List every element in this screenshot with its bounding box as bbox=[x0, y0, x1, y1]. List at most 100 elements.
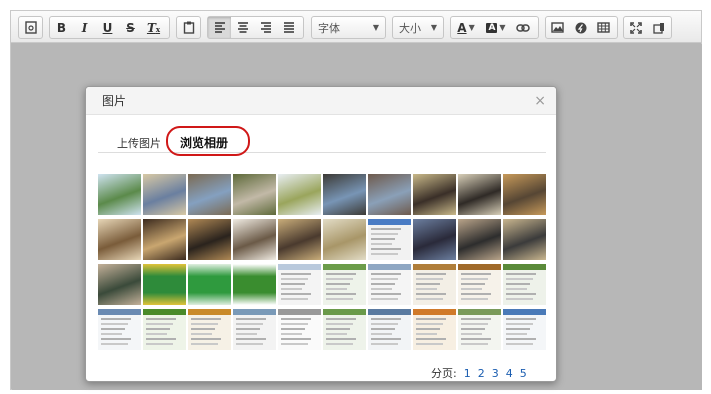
album-thumbnail[interactable] bbox=[233, 174, 276, 215]
album-thumbnail[interactable] bbox=[278, 174, 321, 215]
album-thumbnail[interactable] bbox=[278, 309, 321, 350]
background-color-button[interactable]: A ▼ bbox=[481, 17, 511, 38]
font-size-label: 大小 bbox=[399, 21, 421, 35]
album-thumbnail-grid bbox=[98, 174, 548, 354]
album-thumbnail[interactable] bbox=[458, 174, 501, 215]
remove-format-button[interactable]: Tx bbox=[142, 17, 165, 38]
toolbar-group-align bbox=[207, 16, 304, 39]
insert-image-button[interactable] bbox=[546, 17, 569, 38]
align-center-button[interactable] bbox=[231, 17, 254, 38]
toolbar-group-media bbox=[545, 16, 618, 39]
album-thumbnail[interactable] bbox=[413, 264, 456, 305]
table-icon bbox=[597, 22, 610, 33]
album-thumbnail[interactable] bbox=[98, 309, 141, 350]
paste-button[interactable] bbox=[177, 17, 200, 38]
image-icon bbox=[551, 22, 564, 33]
insert-table-button[interactable] bbox=[592, 17, 615, 38]
align-left-button[interactable] bbox=[208, 17, 231, 38]
justify-button[interactable] bbox=[277, 17, 300, 38]
album-thumbnail[interactable] bbox=[368, 219, 411, 260]
toolbar-group-color: A ▼ A ▼ bbox=[450, 16, 539, 39]
clipboard-icon bbox=[183, 21, 194, 34]
strikethrough-button[interactable]: S bbox=[119, 17, 142, 38]
toolbar-group-paste bbox=[176, 16, 201, 39]
font-family-select[interactable]: 字体 ▼ bbox=[311, 16, 386, 39]
bold-icon: B bbox=[56, 20, 67, 35]
album-thumbnail[interactable] bbox=[323, 309, 366, 350]
page-link-2[interactable]: 2 bbox=[478, 367, 485, 380]
document-source-icon bbox=[24, 21, 37, 34]
align-right-button[interactable] bbox=[254, 17, 277, 38]
album-thumbnail[interactable] bbox=[413, 174, 456, 215]
insert-media-button[interactable] bbox=[569, 17, 592, 38]
image-dialog: 图片 × 上传图片 浏览相册 分页: 1 2 3 4 5 bbox=[85, 86, 557, 382]
album-thumbnail[interactable] bbox=[233, 264, 276, 305]
album-thumbnail[interactable] bbox=[233, 219, 276, 260]
align-center-icon bbox=[237, 22, 248, 33]
album-thumbnail[interactable] bbox=[458, 219, 501, 260]
album-thumbnail[interactable] bbox=[188, 219, 231, 260]
album-thumbnail[interactable] bbox=[458, 309, 501, 350]
album-thumbnail[interactable] bbox=[413, 309, 456, 350]
album-thumbnail[interactable] bbox=[188, 309, 231, 350]
album-thumbnail[interactable] bbox=[143, 264, 186, 305]
album-thumbnail[interactable] bbox=[323, 219, 366, 260]
album-thumbnail[interactable] bbox=[323, 174, 366, 215]
page-link-4[interactable]: 4 bbox=[506, 367, 513, 380]
album-thumbnail[interactable] bbox=[503, 219, 546, 260]
font-size-select[interactable]: 大小 ▼ bbox=[392, 16, 444, 39]
align-left-icon bbox=[214, 22, 225, 33]
album-thumbnail[interactable] bbox=[143, 219, 186, 260]
album-thumbnail[interactable] bbox=[503, 264, 546, 305]
underline-icon: U bbox=[102, 20, 113, 35]
album-thumbnail[interactable] bbox=[188, 264, 231, 305]
strikethrough-icon: S bbox=[126, 20, 135, 35]
font-family-label: 字体 bbox=[318, 21, 340, 35]
italic-icon: I bbox=[81, 20, 88, 35]
toolbar-group-view bbox=[623, 16, 672, 39]
album-thumbnail[interactable] bbox=[98, 219, 141, 260]
background-color-icon: A bbox=[486, 22, 498, 33]
toolbar-group-source bbox=[18, 16, 43, 39]
fullscreen-button[interactable] bbox=[624, 17, 647, 38]
album-thumbnail[interactable] bbox=[368, 264, 411, 305]
source-code-button[interactable] bbox=[19, 17, 42, 38]
editor-toolbar: B I U S Tx 字体 ▼ 大小 ▼ A ▼ A ▼ bbox=[11, 11, 701, 43]
fullscreen-icon bbox=[629, 21, 642, 34]
album-thumbnail[interactable] bbox=[98, 264, 141, 305]
album-thumbnail[interactable] bbox=[323, 264, 366, 305]
page-link-3[interactable]: 3 bbox=[492, 367, 499, 380]
close-icon[interactable]: × bbox=[534, 93, 546, 109]
album-thumbnail[interactable] bbox=[368, 309, 411, 350]
dialog-title: 图片 bbox=[102, 94, 127, 108]
album-thumbnail[interactable] bbox=[98, 174, 141, 215]
album-thumbnail[interactable] bbox=[278, 264, 321, 305]
album-thumbnail[interactable] bbox=[458, 264, 501, 305]
album-thumbnail[interactable] bbox=[188, 174, 231, 215]
album-thumbnail[interactable] bbox=[143, 309, 186, 350]
album-thumbnail[interactable] bbox=[143, 174, 186, 215]
album-thumbnail[interactable] bbox=[503, 174, 546, 215]
preview-button[interactable] bbox=[647, 17, 670, 38]
toolbar-group-text-style: B I U S Tx bbox=[49, 16, 170, 39]
album-thumbnail[interactable] bbox=[503, 309, 546, 350]
page-link-1[interactable]: 1 bbox=[464, 367, 471, 380]
font-color-button[interactable]: A ▼ bbox=[451, 17, 481, 38]
tab-upload-image[interactable]: 上传图片 bbox=[117, 135, 161, 151]
link-button[interactable] bbox=[511, 17, 534, 38]
pagination: 分页: 1 2 3 4 5 bbox=[431, 365, 527, 381]
underline-button[interactable]: U bbox=[96, 17, 119, 38]
preview-icon bbox=[652, 22, 664, 34]
album-thumbnail[interactable] bbox=[278, 219, 321, 260]
tab-highlight-annotation bbox=[166, 126, 250, 156]
align-right-icon bbox=[260, 22, 271, 33]
pagination-label: 分页: bbox=[431, 367, 457, 380]
chevron-down-icon: ▼ bbox=[372, 23, 379, 32]
chevron-down-icon: ▼ bbox=[499, 23, 506, 32]
page-link-5[interactable]: 5 bbox=[520, 367, 527, 380]
album-thumbnail[interactable] bbox=[233, 309, 276, 350]
album-thumbnail[interactable] bbox=[413, 219, 456, 260]
bold-button[interactable]: B bbox=[50, 17, 73, 38]
italic-button[interactable]: I bbox=[73, 17, 96, 38]
album-thumbnail[interactable] bbox=[368, 174, 411, 215]
